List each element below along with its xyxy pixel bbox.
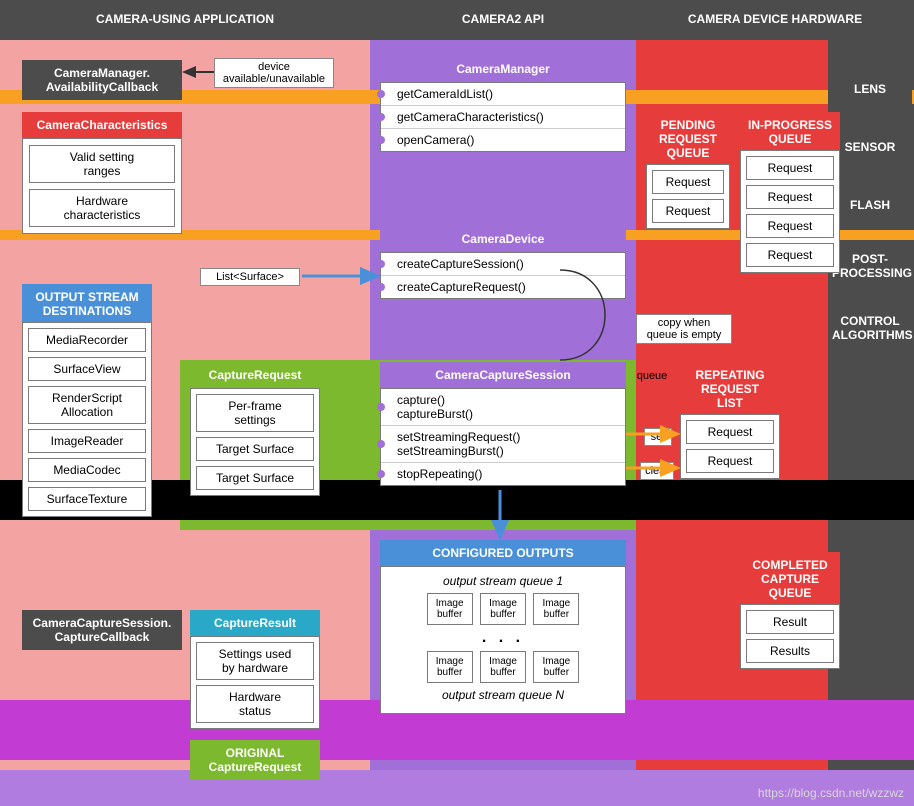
stream-queue-1-label: output stream queue 1 bbox=[387, 571, 619, 591]
camera-device-header: CameraDevice bbox=[380, 226, 626, 252]
copy-when-empty-label: copy when queue is empty bbox=[636, 314, 732, 344]
capture-request-panel: Per-frame settings Target Surface Target… bbox=[190, 388, 320, 496]
original-capture-request-box: ORIGINAL CaptureRequest bbox=[190, 740, 320, 780]
dest-item-3: ImageReader bbox=[28, 429, 146, 453]
clear-label: clear bbox=[640, 462, 674, 480]
repeating-list-panel: Request Request bbox=[680, 414, 780, 479]
dest-item-2: RenderScript Allocation bbox=[28, 386, 146, 424]
camera-manager-panel: getCameraIdList() getCameraCharacteristi… bbox=[380, 82, 626, 152]
inprogress-queue-header: IN-PROGRESS QUEUE bbox=[740, 112, 840, 152]
stream-queue-n-row: Image buffer Image buffer Image buffer bbox=[387, 649, 619, 685]
output-stream-dest-panel: MediaRecorder SurfaceView RenderScript A… bbox=[22, 322, 152, 517]
capres-item-1: Hardware status bbox=[196, 685, 314, 723]
camera-capture-session-panel: capture() captureBurst() setStreamingReq… bbox=[380, 388, 626, 486]
output-stream-dest-header: OUTPUT STREAM DESTINATIONS bbox=[22, 284, 152, 324]
section-title-hw: CAMERA DEVICE HARDWARE bbox=[636, 12, 914, 26]
diagram-canvas: CAMERA-USING APPLICATION CAMERA2 API CAM… bbox=[0, 0, 914, 806]
completed-queue-header: COMPLETED CAPTURE QUEUE bbox=[740, 552, 840, 606]
imgbuf-n-1: Image buffer bbox=[480, 651, 526, 683]
section-title-api: CAMERA2 API bbox=[370, 12, 636, 26]
pending-req-0: Request bbox=[652, 170, 724, 194]
inprog-req-1: Request bbox=[746, 185, 834, 209]
cam-char-item-0: Valid setting ranges bbox=[29, 145, 175, 183]
cam-char-item-1: Hardware characteristics bbox=[29, 189, 175, 227]
availability-callback-box: CameraManager. AvailabilityCallback bbox=[22, 60, 182, 100]
pending-queue-panel: Request Request bbox=[646, 164, 730, 229]
camera-characteristics-panel: Valid setting ranges Hardware characteri… bbox=[22, 138, 182, 234]
cm-method-1: getCameraCharacteristics() bbox=[381, 105, 625, 128]
cm-method-2: openCamera() bbox=[381, 128, 625, 151]
camera-capture-session-header: CameraCaptureSession bbox=[380, 362, 626, 388]
list-surface-label: List<Surface> bbox=[200, 268, 300, 286]
set-label: set bbox=[644, 428, 672, 446]
capture-request-header: CaptureRequest bbox=[190, 362, 320, 388]
inprogress-queue-panel: Request Request Request Request bbox=[740, 150, 840, 273]
hw-label-ctrl: CONTROL ALGORITHMS bbox=[828, 308, 912, 346]
hw-label-post: POST- PROCESSING bbox=[828, 246, 912, 284]
capreq-item-2: Target Surface bbox=[196, 466, 314, 490]
device-available-label: device available/unavailable bbox=[214, 58, 334, 88]
capture-result-header: CaptureResult bbox=[190, 610, 320, 636]
capres-item-0: Settings used by hardware bbox=[196, 642, 314, 680]
dest-item-1: SurfaceView bbox=[28, 357, 146, 381]
section-title-app: CAMERA-USING APPLICATION bbox=[0, 12, 370, 26]
cs-method-0: capture() captureBurst() bbox=[381, 389, 625, 425]
repeating-list-header: REPEATING REQUEST LIST bbox=[680, 362, 780, 416]
inprog-req-0: Request bbox=[746, 156, 834, 180]
inprog-req-2: Request bbox=[746, 214, 834, 238]
pending-queue-header: PENDING REQUEST QUEUE bbox=[646, 112, 730, 166]
stream-queue-n-label: output stream queue N bbox=[387, 685, 619, 705]
cs-method-1: setStreamingRequest() setStreamingBurst(… bbox=[381, 425, 625, 462]
completed-results: Results bbox=[746, 639, 834, 663]
capture-result-panel: Settings used by hardware Hardware statu… bbox=[190, 636, 320, 729]
dest-item-0: MediaRecorder bbox=[28, 328, 146, 352]
inprog-req-3: Request bbox=[746, 243, 834, 267]
configured-outputs-header: CONFIGURED OUTPUTS bbox=[380, 540, 626, 566]
imgbuf-n-0: Image buffer bbox=[427, 651, 473, 683]
pending-req-1: Request bbox=[652, 199, 724, 223]
repeat-req-1: Request bbox=[686, 449, 774, 473]
imgbuf-1-2: Image buffer bbox=[533, 593, 579, 625]
hw-label-flash: FLASH bbox=[828, 188, 912, 222]
queue-label: queue bbox=[632, 370, 672, 382]
dest-item-5: SurfaceTexture bbox=[28, 487, 146, 511]
repeat-req-0: Request bbox=[686, 420, 774, 444]
cd-method-0: createCaptureSession() bbox=[381, 253, 625, 275]
imgbuf-n-2: Image buffer bbox=[533, 651, 579, 683]
hw-label-lens: LENS bbox=[828, 72, 912, 106]
watermark-text: https://blog.csdn.net/wzzwz bbox=[758, 786, 904, 800]
capreq-item-0: Per-frame settings bbox=[196, 394, 314, 432]
stream-queue-1-row: Image buffer Image buffer Image buffer bbox=[387, 591, 619, 627]
cd-method-1: createCaptureRequest() bbox=[381, 275, 625, 298]
completed-queue-panel: Result Results bbox=[740, 604, 840, 669]
camera-manager-header: CameraManager bbox=[380, 56, 626, 82]
capture-callback-box: CameraCaptureSession. CaptureCallback bbox=[22, 610, 182, 650]
imgbuf-1-0: Image buffer bbox=[427, 593, 473, 625]
dest-item-4: MediaCodec bbox=[28, 458, 146, 482]
stream-queue-ellipsis: . . . bbox=[387, 627, 619, 649]
cm-method-0: getCameraIdList() bbox=[381, 83, 625, 105]
hw-label-sensor: SENSOR bbox=[828, 130, 912, 164]
camera-characteristics-header: CameraCharacteristics bbox=[22, 112, 182, 138]
imgbuf-1-1: Image buffer bbox=[480, 593, 526, 625]
cs-method-2: stopRepeating() bbox=[381, 462, 625, 485]
completed-result: Result bbox=[746, 610, 834, 634]
configured-outputs-panel: output stream queue 1 Image buffer Image… bbox=[380, 566, 626, 714]
camera-device-panel: createCaptureSession() createCaptureRequ… bbox=[380, 252, 626, 299]
capreq-item-1: Target Surface bbox=[196, 437, 314, 461]
